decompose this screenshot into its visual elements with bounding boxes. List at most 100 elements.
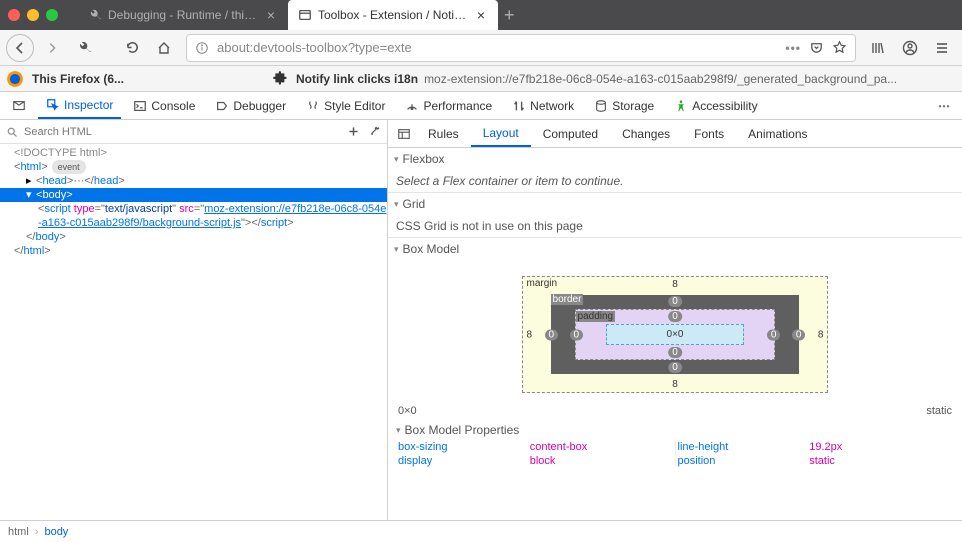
breadcrumb-html[interactable]: html bbox=[8, 526, 29, 538]
browser-tabs: Debugging - Runtime / this-fire × Toolbo… bbox=[78, 0, 515, 30]
element-position: static bbox=[926, 405, 952, 417]
margin-bottom-value[interactable]: 8 bbox=[672, 379, 678, 390]
iframe-picker-button[interactable] bbox=[4, 92, 34, 119]
content-size[interactable]: 0×0 bbox=[667, 329, 684, 340]
tab-debugger[interactable]: Debugger bbox=[207, 92, 294, 119]
prop-row: line-height19.2px bbox=[678, 441, 953, 453]
margin-left-value[interactable]: 8 bbox=[527, 329, 533, 340]
more-icon[interactable]: ••• bbox=[785, 41, 801, 55]
dom-head[interactable]: ▸<head>⋯</head> bbox=[0, 174, 387, 188]
dom-tree[interactable]: <!DOCTYPE html> <html>event ▸<head>⋯</he… bbox=[0, 144, 387, 260]
border-top-value[interactable]: 0 bbox=[668, 296, 682, 307]
border-right-value[interactable]: 0 bbox=[792, 329, 806, 340]
extension-icon bbox=[272, 70, 290, 88]
reload-button[interactable] bbox=[118, 34, 146, 62]
tab-label: Performance bbox=[423, 99, 492, 113]
dom-html-close[interactable]: </html> bbox=[0, 244, 387, 258]
boxmodel-diagram[interactable]: margin 8 8 8 8 border 0 0 0 0 padding 0 bbox=[388, 260, 962, 399]
url-input[interactable] bbox=[217, 40, 777, 55]
border-left-value[interactable]: 0 bbox=[545, 329, 559, 340]
event-badge[interactable]: event bbox=[52, 160, 86, 174]
tab-label: Console bbox=[151, 99, 195, 113]
border-label: border bbox=[551, 294, 584, 305]
tab-accessibility[interactable]: Accessibility bbox=[666, 92, 765, 119]
home-button[interactable] bbox=[150, 34, 178, 62]
info-icon[interactable] bbox=[195, 41, 209, 55]
tab-label: Storage bbox=[612, 99, 654, 113]
tab-label: Animations bbox=[748, 127, 807, 141]
sidebar-tab-animations[interactable]: Animations bbox=[736, 120, 819, 147]
dom-doctype[interactable]: <!DOCTYPE html> bbox=[0, 146, 387, 160]
tab-label: Fonts bbox=[694, 127, 724, 141]
tab-label: Debugger bbox=[233, 99, 286, 113]
grid-message: CSS Grid is not in use on this page bbox=[388, 215, 962, 237]
sidebar-tab-changes[interactable]: Changes bbox=[610, 120, 682, 147]
boxmodel-border[interactable]: border 0 0 0 0 padding 0 0 0 0 0×0 bbox=[551, 295, 800, 374]
prop-row: positionstatic bbox=[678, 455, 953, 467]
dom-body-close[interactable]: </body> bbox=[0, 230, 387, 244]
breadcrumb-body[interactable]: body bbox=[44, 526, 68, 538]
close-icon[interactable]: × bbox=[264, 8, 278, 22]
tab-storage[interactable]: Storage bbox=[586, 92, 662, 119]
sidebar-tab-computed[interactable]: Computed bbox=[531, 120, 610, 147]
tab-title: Debugging - Runtime / this-fire bbox=[108, 8, 258, 22]
tab-performance[interactable]: Performance bbox=[397, 92, 500, 119]
inspector-main: <!DOCTYPE html> <html>event ▸<head>⋯</he… bbox=[0, 120, 962, 520]
pocket-icon[interactable] bbox=[809, 40, 824, 55]
boxmodel-margin[interactable]: margin 8 8 8 8 border 0 0 0 0 padding 0 bbox=[522, 276, 829, 393]
padding-top-value[interactable]: 0 bbox=[668, 311, 682, 322]
back-button[interactable] bbox=[6, 34, 34, 62]
devtools-tabs: Inspector Console Debugger Style Editor … bbox=[0, 92, 962, 120]
tab-network[interactable]: Network bbox=[504, 92, 582, 119]
border-bottom-value[interactable]: 0 bbox=[668, 362, 682, 373]
tab-style-editor[interactable]: Style Editor bbox=[298, 92, 393, 119]
close-window-button[interactable] bbox=[8, 9, 20, 21]
tab-inspector[interactable]: Inspector bbox=[38, 92, 121, 119]
tab-label: Style Editor bbox=[324, 99, 385, 113]
boxmodel-header[interactable]: ▾Box Model bbox=[388, 238, 962, 260]
sidebar-tabs: Rules Layout Computed Changes Fonts Anim… bbox=[388, 120, 962, 148]
markup-search-row bbox=[0, 120, 387, 144]
flexbox-header[interactable]: ▾Flexbox bbox=[388, 148, 962, 170]
padding-bottom-value[interactable]: 0 bbox=[668, 347, 682, 358]
boxmodel-padding[interactable]: padding 0 0 0 0 0×0 bbox=[575, 309, 776, 360]
padding-left-value[interactable]: 0 bbox=[570, 329, 584, 340]
grid-header[interactable]: ▾ Grid bbox=[388, 193, 962, 215]
eyedropper-icon[interactable] bbox=[368, 125, 381, 138]
minimize-window-button[interactable] bbox=[27, 9, 39, 21]
margin-right-value[interactable]: 8 bbox=[818, 329, 824, 340]
markup-panel: <!DOCTYPE html> <html>event ▸<head>⋯</he… bbox=[0, 120, 388, 520]
section-title: Grid bbox=[403, 197, 426, 211]
forward-button[interactable] bbox=[38, 34, 66, 62]
add-node-button[interactable] bbox=[347, 125, 360, 138]
maximize-window-button[interactable] bbox=[46, 9, 58, 21]
boxmodel-properties-header[interactable]: ▾Box Model Properties bbox=[396, 419, 954, 441]
url-bar[interactable]: ••• bbox=[186, 34, 856, 62]
padding-right-value[interactable]: 0 bbox=[767, 329, 781, 340]
boxmodel-properties: ▾Box Model Properties box-sizingcontent-… bbox=[388, 419, 962, 467]
menu-icon[interactable] bbox=[928, 34, 956, 62]
account-icon[interactable] bbox=[896, 34, 924, 62]
library-icon[interactable] bbox=[864, 34, 892, 62]
new-tab-button[interactable]: + bbox=[504, 5, 515, 26]
dom-script-node[interactable]: <script type="text/javascript" src="moz-… bbox=[0, 202, 387, 230]
devtools-meatball-icon[interactable]: ⋯ bbox=[930, 92, 958, 119]
search-input[interactable] bbox=[24, 126, 341, 138]
sidebar-tab-layout[interactable]: Layout bbox=[471, 120, 531, 147]
close-icon[interactable]: × bbox=[474, 8, 488, 22]
sidebar-tab-rules[interactable]: Rules bbox=[416, 120, 471, 147]
chevron-down-icon: ▾ bbox=[394, 199, 399, 210]
tab-label: Network bbox=[530, 99, 574, 113]
tab-console[interactable]: Console bbox=[125, 92, 203, 119]
browser-tab-toolbox[interactable]: Toolbox - Extension / Notify link × bbox=[288, 0, 498, 30]
sidebar-tab-fonts[interactable]: Fonts bbox=[682, 120, 736, 147]
margin-top-value[interactable]: 8 bbox=[672, 279, 678, 290]
bookmark-star-icon[interactable] bbox=[832, 40, 847, 55]
filter-styles-icon[interactable] bbox=[392, 120, 416, 147]
dom-html-open[interactable]: <html>event bbox=[0, 160, 387, 174]
padding-label: padding bbox=[576, 311, 616, 322]
browser-tab-debugging[interactable]: Debugging - Runtime / this-fire × bbox=[78, 0, 288, 30]
wrench-button[interactable] bbox=[70, 34, 98, 62]
boxmodel-content[interactable]: 0×0 bbox=[606, 324, 745, 345]
dom-body-open[interactable]: ▾<body> bbox=[0, 188, 387, 202]
